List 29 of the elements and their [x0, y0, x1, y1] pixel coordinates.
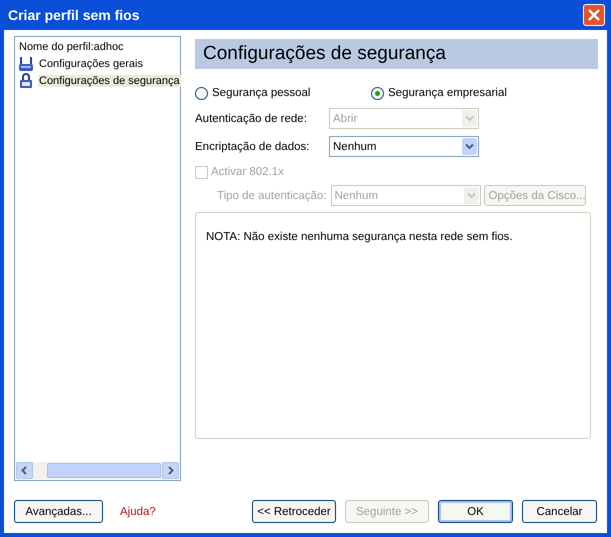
note-text: NOTA: Não existe nenhuma segurança nesta rede sem fios.: [195, 212, 591, 439]
advanced-button[interactable]: Avançadas...: [14, 500, 103, 523]
section-title: Configurações de segurança: [195, 39, 598, 69]
router-icon: [18, 56, 34, 72]
dropdown[interactable]: Nenhum: [329, 136, 479, 157]
field-label: Encriptação de dados:: [195, 140, 310, 152]
tree-item[interactable]: Configurações de segurança: [38, 75, 181, 87]
chevron-down-icon: [466, 191, 476, 200]
horizontal-scrollbar[interactable]: [16, 462, 179, 479]
chevron-right-icon: [166, 466, 175, 475]
help-link[interactable]: Ajuda?: [120, 506, 156, 518]
radio-button[interactable]: [195, 86, 208, 100]
chevron-down-icon: [465, 142, 474, 151]
radio-label[interactable]: Segurança empresarial: [388, 87, 507, 99]
chevron-left-icon: [20, 466, 29, 475]
dialog-button[interactable]: << Retroceder: [252, 500, 336, 523]
field-label: Autenticação de rede:: [195, 112, 308, 124]
dialog-button[interactable]: Cancelar: [522, 500, 597, 523]
close-icon: [588, 9, 600, 21]
lock-icon: [18, 73, 34, 89]
field-label: Tipo de autenticação:: [216, 190, 328, 202]
close-button[interactable]: [583, 4, 605, 26]
tree-item[interactable]: Configurações gerais: [38, 58, 144, 70]
window-title: Criar perfil sem fios: [8, 7, 140, 23]
radio-label[interactable]: Segurança pessoal: [212, 87, 310, 99]
chevron-down-icon: [465, 114, 474, 123]
tree-item[interactable]: Nome do perfil:adhoc: [18, 41, 125, 53]
dialog-button[interactable]: OK: [438, 500, 513, 523]
radio-button[interactable]: [371, 86, 384, 100]
